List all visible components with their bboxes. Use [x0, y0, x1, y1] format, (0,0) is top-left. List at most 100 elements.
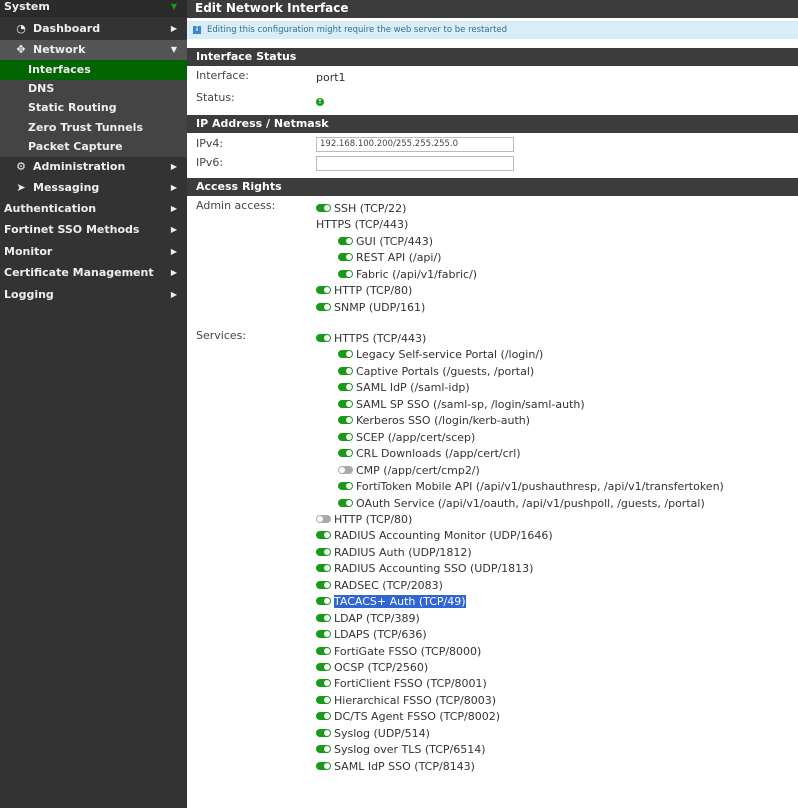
access-option[interactable]: Hierarchical FSSO (TCP/8003) — [316, 693, 496, 709]
access-option[interactable]: Kerberos SSO (/login/kerb-auth) — [338, 413, 530, 429]
section-interface-status: Interface Status — [187, 48, 798, 66]
access-option[interactable]: RADIUS Auth (UDP/1812) — [316, 545, 472, 561]
toggle-switch[interactable] — [338, 383, 353, 392]
chevron-right-icon: ▶ — [170, 162, 177, 171]
toggle-switch[interactable] — [316, 613, 331, 622]
sidebar-item-logging[interactable]: Logging ▶ — [0, 285, 187, 305]
access-option[interactable]: Legacy Self-service Portal (/login/) — [338, 347, 543, 363]
toggle-switch[interactable] — [316, 597, 331, 606]
toggle-switch[interactable] — [338, 269, 353, 278]
sidebar-item-network[interactable]: ✥ Network ▼ — [0, 40, 187, 60]
toggle-switch[interactable] — [338, 366, 353, 375]
access-option[interactable]: SAML SP SSO (/saml-sp, /login/saml-auth) — [338, 397, 585, 413]
access-option-label: HTTP (TCP/80) — [334, 284, 413, 298]
sidebar-item-dns[interactable]: DNS — [0, 79, 187, 99]
access-option[interactable]: SSH (TCP/22) — [316, 201, 406, 217]
toggle-switch[interactable] — [316, 646, 331, 655]
toggle-switch[interactable] — [338, 432, 353, 441]
sidebar-item-messaging[interactable]: ➤ Messaging ▶ — [0, 178, 187, 198]
ipv6-input[interactable] — [316, 156, 514, 171]
ipv4-input[interactable]: 192.168.100.200/255.255.255.0 — [316, 137, 514, 152]
sidebar-item-interfaces[interactable]: Interfaces — [0, 60, 187, 80]
sidebar-item-static-routing[interactable]: Static Routing — [0, 98, 187, 118]
access-option-label: Syslog (UDP/514) — [334, 726, 430, 740]
access-option[interactable]: LDAPS (TCP/636) — [316, 627, 427, 643]
access-option[interactable]: CMP (/app/cert/cmp2/) — [338, 463, 480, 479]
access-option-label: OCSP (TCP/2560) — [334, 661, 429, 674]
access-option[interactable]: OAuth Service (/api/v1/oauth, /api/v1/pu… — [338, 496, 705, 512]
chevron-down-icon: ▼ — [170, 45, 177, 54]
access-option[interactable]: CRL Downloads (/app/cert/crl) — [338, 446, 521, 462]
toggle-switch[interactable] — [316, 547, 331, 556]
toggle-switch[interactable] — [338, 482, 353, 491]
toggle-switch[interactable] — [338, 465, 353, 474]
section-access-rights: Access Rights — [187, 178, 798, 196]
access-option-label: SAML SP SSO (/saml-sp, /login/saml-auth) — [356, 397, 585, 411]
access-option[interactable]: RADIUS Accounting Monitor (UDP/1646) — [316, 528, 553, 544]
access-option[interactable]: SAML IdP SSO (TCP/8143) — [316, 759, 475, 775]
sidebar-item-zero-trust-tunnels[interactable]: Zero Trust Tunnels — [0, 118, 187, 138]
access-option[interactable]: HTTPS (TCP/443) — [316, 331, 426, 347]
access-option[interactable]: RADSEC (TCP/2083) — [316, 578, 443, 594]
access-option[interactable]: GUI (TCP/443) — [338, 234, 433, 250]
info-banner: i Editing this configuration might requir… — [187, 21, 798, 39]
toggle-switch[interactable] — [316, 334, 331, 342]
toggle-switch[interactable] — [338, 498, 353, 507]
toggle-switch[interactable] — [316, 531, 331, 540]
access-option[interactable]: TACACS+ Auth (TCP/49) — [316, 594, 466, 610]
toggle-switch[interactable] — [338, 399, 353, 408]
sidebar-system[interactable]: System ▼ — [0, 0, 187, 17]
toggle-switch[interactable] — [338, 449, 353, 458]
access-option[interactable]: HTTPS (TCP/443) — [316, 217, 408, 233]
toggle-switch[interactable] — [316, 204, 331, 212]
toggle-switch[interactable] — [316, 514, 331, 523]
access-option[interactable]: Syslog (UDP/514) — [316, 726, 430, 742]
toggle-switch[interactable] — [316, 302, 331, 311]
chevron-right-icon: ▶ — [170, 247, 177, 256]
access-option[interactable]: SNMP (UDP/161) — [316, 300, 425, 316]
access-option[interactable]: HTTP (TCP/80) — [316, 283, 412, 299]
toggle-switch[interactable] — [316, 663, 331, 671]
sidebar-item-certificate-management[interactable]: Certificate Management ▶ — [0, 263, 187, 283]
access-option[interactable]: LDAP (TCP/389) — [316, 611, 420, 627]
access-option[interactable]: SCEP (/app/cert/scep) — [338, 430, 475, 446]
toggle-switch[interactable] — [338, 350, 353, 359]
access-option[interactable]: OCSP (TCP/2560) — [316, 660, 428, 676]
sidebar-item-dashboard[interactable]: ◔ Dashboard ▶ — [0, 19, 187, 39]
sidebar-item-fortinet-sso[interactable]: Fortinet SSO Methods ▶ — [0, 220, 187, 240]
access-option[interactable]: REST API (/api/) — [338, 250, 441, 266]
toggle-switch[interactable] — [316, 286, 331, 295]
toggle-switch[interactable] — [316, 630, 331, 639]
access-option[interactable]: Fabric (/api/v1/fabric/) — [338, 267, 477, 283]
toggle-switch[interactable] — [316, 695, 331, 704]
access-option[interactable]: RADIUS Accounting SSO (UDP/1813) — [316, 561, 533, 577]
section-ip-address: IP Address / Netmask — [187, 115, 798, 133]
toggle-switch[interactable] — [338, 236, 353, 245]
access-option-label: LDAPS (TCP/636) — [334, 628, 427, 642]
toggle-switch[interactable] — [316, 580, 331, 589]
access-option-label: Hierarchical FSSO (TCP/8003) — [334, 693, 496, 707]
access-option-label: Syslog over TLS (TCP/6514) — [334, 743, 486, 757]
access-option[interactable]: DC/TS Agent FSSO (TCP/8002) — [316, 709, 500, 725]
sidebar-item-monitor[interactable]: Monitor ▶ — [0, 242, 187, 262]
sidebar-item-administration[interactable]: ⚙ Administration ▶ — [0, 157, 187, 177]
sidebar-item-label: Monitor — [4, 245, 53, 258]
toggle-switch[interactable] — [338, 416, 353, 425]
access-option[interactable]: HTTP (TCP/80) — [316, 512, 412, 528]
access-option[interactable]: Captive Portals (/guests, /portal) — [338, 364, 534, 380]
toggle-switch[interactable] — [316, 761, 331, 770]
access-option[interactable]: Syslog over TLS (TCP/6514) — [316, 742, 486, 758]
toggle-switch[interactable] — [316, 728, 331, 737]
toggle-switch[interactable] — [316, 712, 331, 721]
access-option[interactable]: FortiClient FSSO (TCP/8001) — [316, 676, 487, 692]
toggle-switch[interactable] — [316, 745, 331, 754]
access-option[interactable]: FortiToken Mobile API (/api/v1/pushauthr… — [338, 479, 724, 495]
access-option[interactable]: FortiGate FSSO (TCP/8000) — [316, 644, 481, 660]
sidebar-item-packet-capture[interactable]: Packet Capture — [0, 137, 187, 157]
main-panel: Edit Network Interface i Editing this con… — [187, 0, 798, 808]
toggle-switch[interactable] — [316, 679, 331, 688]
toggle-switch[interactable] — [338, 253, 353, 262]
sidebar-item-authentication[interactable]: Authentication ▶ — [0, 199, 187, 219]
toggle-switch[interactable] — [316, 564, 331, 573]
access-option[interactable]: SAML IdP (/saml-idp) — [338, 380, 470, 396]
